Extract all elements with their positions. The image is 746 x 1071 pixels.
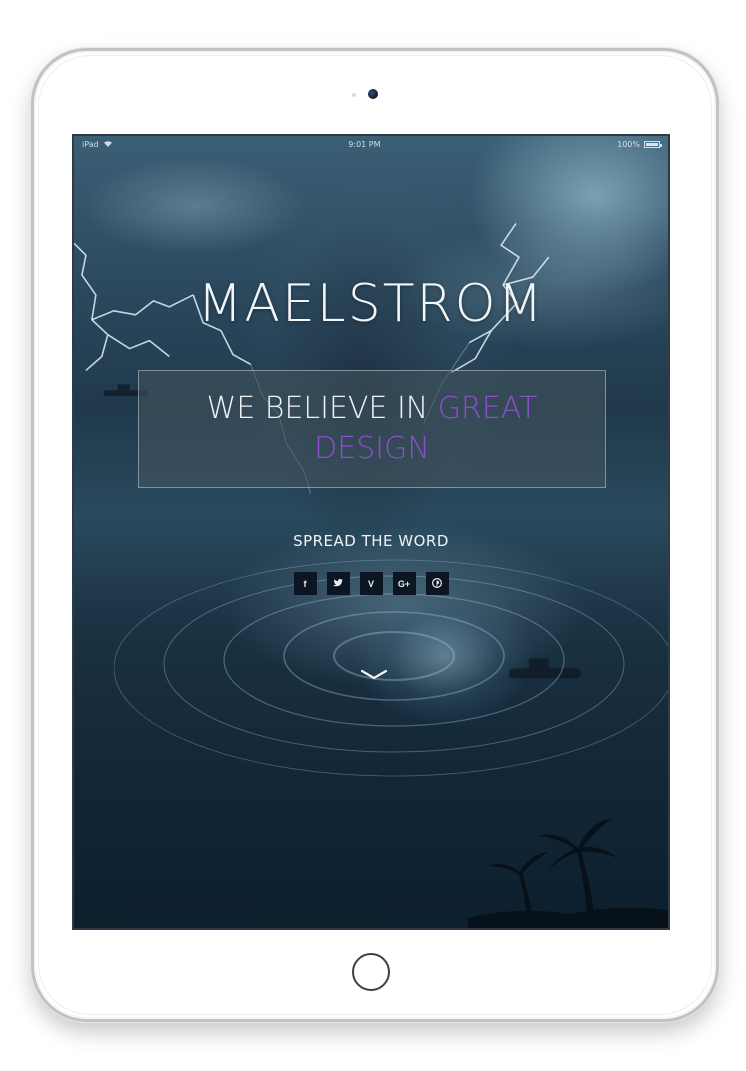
site-title: MAELSTROM [197,274,545,334]
pinterest-icon [431,577,443,590]
scroll-down-button[interactable] [360,668,388,680]
home-button[interactable] [352,953,390,991]
facebook-icon: f [303,578,307,589]
google-plus-icon: G+ [397,578,411,589]
google-plus-share-button[interactable]: G+ [392,572,416,595]
tagline-prefix: WE BELIEVE IN [206,391,438,426]
front-camera [368,89,378,99]
tablet-screen: iPad 9:01 PM 100% MAELSTROM WE BELIEVE I… [72,134,670,930]
pinterest-share-button[interactable] [425,572,449,595]
vimeo-share-button[interactable]: V [359,572,383,595]
twitter-icon [333,578,343,590]
status-left: iPad [82,140,112,149]
tagline-panel: WE BELIEVE IN GREAT DESIGN [138,370,606,488]
twitter-share-button[interactable] [326,572,350,595]
social-share-row: f V G+ [74,572,668,595]
battery-icon [644,140,662,148]
facebook-share-button[interactable]: f [293,572,317,595]
device-label: iPad [82,139,99,149]
palm-trees-silhouette [468,818,668,928]
battery-percent: 100% [617,139,640,149]
chevron-down-icon [360,669,388,680]
ambient-sensor [352,93,356,97]
status-time: 9:01 PM [348,139,381,149]
vimeo-icon: V [367,578,374,589]
tagline: WE BELIEVE IN GREAT DESIGN [182,389,562,469]
battery-indicator: 100% [617,139,662,149]
wifi-icon [103,140,112,149]
ios-status-bar: iPad 9:01 PM 100% [74,136,668,152]
spread-the-word-label: SPREAD THE WORD [293,532,449,550]
